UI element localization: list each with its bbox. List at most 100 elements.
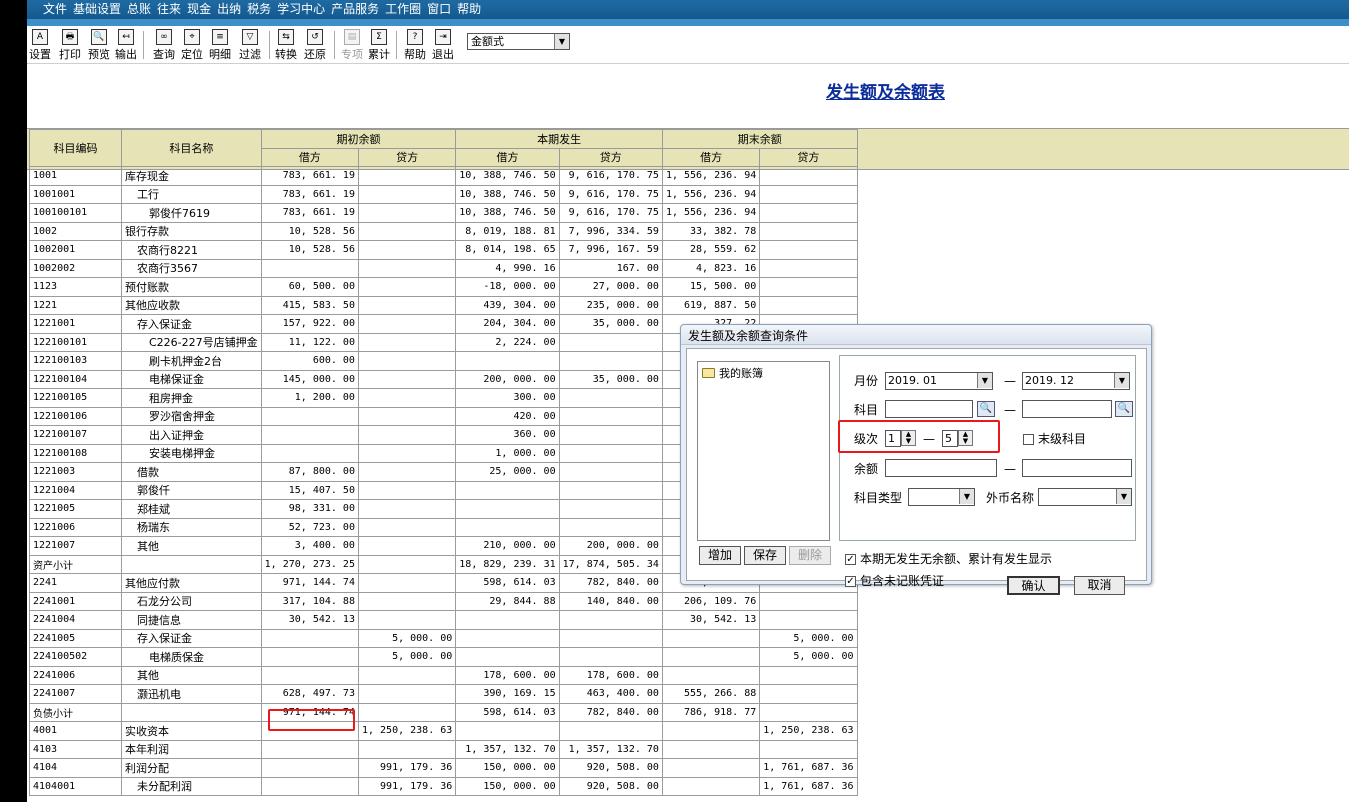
subject-from-input[interactable] <box>885 400 973 418</box>
cell-name: 其他应付款 <box>121 573 262 593</box>
toolbar-button[interactable]: ≡ 明细 <box>209 29 231 63</box>
add-button[interactable]: 增加 <box>699 546 741 565</box>
toolbar-button[interactable]: ↺ 还原 <box>304 29 326 63</box>
chevron-down-icon[interactable]: ▼ <box>959 489 974 504</box>
chevron-down-icon[interactable]: ▼ <box>1114 373 1129 388</box>
cell-oc <box>357 517 457 537</box>
table-row[interactable]: 2241001 石龙分公司 317, 104. 88 29, 844. 88 140, … <box>29 591 858 611</box>
print-icon: 🖶 <box>62 29 78 45</box>
binoculars-icon: ∞ <box>156 29 172 45</box>
chevron-down-icon[interactable]: ▼ <box>1116 489 1131 504</box>
menu-item[interactable]: 基础设置 <box>73 0 121 19</box>
header-opening-credit[interactable]: 贷方 <box>357 147 457 167</box>
toolbar-button[interactable]: ⇆ 转换 <box>275 29 297 63</box>
delete-button[interactable]: 删除 <box>789 546 831 565</box>
table-row[interactable]: 1221 其他应收款 415, 583. 50 439, 304. 00 235, 00… <box>29 295 858 315</box>
balance-from-input[interactable] <box>885 459 997 477</box>
toolbar-button[interactable]: ∞ 查询 <box>153 29 175 63</box>
table-row[interactable]: 1001001 工行 783, 661. 19 10, 388, 746. 50 9, … <box>29 184 858 204</box>
subject-type-select[interactable]: ▼ <box>908 488 975 506</box>
cell-name: 其他 <box>121 665 262 685</box>
toolbar-button[interactable]: ⇥ 退出 <box>432 29 454 63</box>
table-row[interactable]: 2241005 存入保证金 5, 000. 00 5, 000. 00 <box>29 628 858 648</box>
menu-item[interactable]: 文件 <box>43 0 67 19</box>
cell-pd <box>455 351 560 371</box>
header-name[interactable]: 科目名称 <box>121 129 262 167</box>
tree-item-my-ledger[interactable]: 我的账簿 <box>702 365 763 381</box>
header-period-debit[interactable]: 借方 <box>455 147 560 167</box>
menu-item[interactable]: 现金 <box>187 0 211 19</box>
cell-name: 安装电梯押金 <box>121 443 262 463</box>
settings-icon: A <box>32 29 48 45</box>
chevron-down-icon[interactable]: ▼ <box>554 34 569 49</box>
dialog-title[interactable]: 发生额及余额查询条件 <box>681 325 1151 345</box>
toolbar-button[interactable]: 🖶 打印 <box>59 29 81 63</box>
table-row[interactable]: 4104 利润分配 991, 179. 36 150, 000. 00 920, 508… <box>29 758 858 778</box>
menu-item[interactable]: 税务 <box>247 0 271 19</box>
month-to-select[interactable]: 2019. 12 ▼ <box>1022 372 1130 390</box>
table-row[interactable]: 负债小计 971, 144. 74 598, 614. 03 782, 840. 00… <box>29 702 858 722</box>
menu-item[interactable]: 工作圈 <box>385 0 421 19</box>
header-opening-debit[interactable]: 借方 <box>260 147 359 167</box>
menu-item[interactable]: 学习中心 <box>277 0 325 19</box>
subject-to-input[interactable] <box>1022 400 1112 418</box>
ledger-tree[interactable]: 我的账簿 <box>697 361 830 541</box>
table-row[interactable]: 224100502 电梯质保金 5, 000. 00 5, 000. 00 <box>29 647 858 667</box>
table-row[interactable]: 1002001 农商行8221 10, 528. 56 8, 014, 198. 65… <box>29 240 858 260</box>
toolbar-button[interactable]: A 设置 <box>29 29 51 63</box>
search-icon[interactable]: 🔍 <box>977 401 995 417</box>
menu-item[interactable]: 帮助 <box>457 0 481 19</box>
cell-oc: 991, 179. 36 <box>357 776 457 796</box>
month-from-select[interactable]: 2019. 01 ▼ <box>885 372 993 390</box>
table-row[interactable]: 1002002 农商行3567 4, 990. 16 167. 00 4, 823. 1… <box>29 258 858 278</box>
save-button[interactable]: 保存 <box>744 546 786 565</box>
chevron-down-icon[interactable]: ▼ <box>977 373 992 388</box>
search-icon[interactable]: 🔍 <box>1115 401 1133 417</box>
header-code[interactable]: 科目编码 <box>29 129 122 167</box>
cancel-button[interactable]: 取消 <box>1074 576 1125 595</box>
table-row[interactable]: 100100101 郭俊仟7619 783, 661. 19 10, 388, 746… <box>29 203 858 223</box>
menu-item[interactable]: 窗口 <box>427 0 451 19</box>
header-closing-debit[interactable]: 借方 <box>661 147 761 167</box>
toolbar-button[interactable]: ⌖ 定位 <box>181 29 203 63</box>
tree-item-label: 我的账簿 <box>719 367 763 380</box>
option-no-balance-checkbox[interactable]: ✓ <box>845 554 856 565</box>
cell-code: 1002002 <box>29 258 122 278</box>
balance-to-input[interactable] <box>1022 459 1132 477</box>
menu-item[interactable]: 出纳 <box>217 0 241 19</box>
header-closing-credit[interactable]: 贷方 <box>759 147 858 167</box>
confirm-button[interactable]: 确认 <box>1007 576 1060 595</box>
table-row[interactable]: 2241007 灏迅机电 628, 497. 73 390, 169. 15 463, … <box>29 684 858 704</box>
toolbar-button-label: 专项 <box>341 48 363 61</box>
toolbar-button-label: 退出 <box>432 48 454 61</box>
header-period[interactable]: 本期发生 <box>455 129 663 149</box>
table-row[interactable]: 4104001 未分配利润 991, 179. 36 150, 000. 00 920,… <box>29 776 858 796</box>
table-row[interactable]: 4001 实收资本 1, 250, 238. 63 1, 250, 238. 63 <box>29 721 858 741</box>
menu-item[interactable]: 总账 <box>127 0 151 19</box>
table-row[interactable]: 1002 银行存款 10, 528. 56 8, 019, 188. 81 7, 996… <box>29 221 858 241</box>
header-opening[interactable]: 期初余额 <box>260 129 457 149</box>
toolbar-button[interactable]: Σ 累计 <box>368 29 390 63</box>
toolbar-button[interactable]: ▤ 专项 <box>341 29 363 63</box>
toolbar-button[interactable]: ▽ 过滤 <box>239 29 261 63</box>
table-row[interactable]: 2241006 其他 178, 600. 00 178, 600. 00 <box>29 665 858 685</box>
menu-item[interactable]: 产品服务 <box>331 0 379 19</box>
format-select[interactable]: 金额式 ▼ <box>467 33 570 50</box>
option-unposted-checkbox[interactable]: ✓ <box>845 576 856 587</box>
menu-item[interactable]: 往来 <box>157 0 181 19</box>
header-period-credit[interactable]: 贷方 <box>558 147 663 167</box>
table-row[interactable]: 4103 本年利润 1, 357, 132. 70 1, 357, 132. 70 <box>29 739 858 759</box>
table-row[interactable]: 2241004 同捷信息 30, 542. 13 30, 542. 13 <box>29 610 858 630</box>
cell-pc: 463, 400. 00 <box>558 684 663 704</box>
toolbar-button[interactable]: ↤ 输出 <box>115 29 137 63</box>
toolbar-button[interactable]: ? 帮助 <box>404 29 426 63</box>
toolbar-button[interactable]: 🔍 预览 <box>88 29 110 63</box>
special-icon: ▤ <box>344 29 360 45</box>
table-row[interactable]: 1123 预付账款 60, 500. 00 -18, 000. 00 27, 000. … <box>29 277 858 297</box>
toolbar-button-label: 还原 <box>304 48 326 61</box>
currency-select[interactable]: ▼ <box>1038 488 1132 506</box>
last-level-checkbox[interactable] <box>1023 434 1034 445</box>
table-row[interactable]: 1001 库存现金 783, 661. 19 10, 388, 746. 50 9, 6… <box>29 166 858 186</box>
header-closing[interactable]: 期末余额 <box>661 129 858 149</box>
cell-cd: 15, 500. 00 <box>661 277 761 297</box>
